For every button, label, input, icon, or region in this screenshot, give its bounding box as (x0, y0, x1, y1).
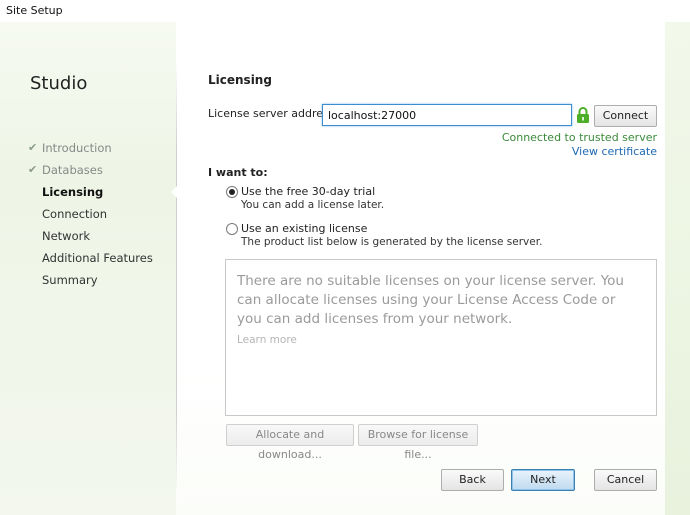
option-label[interactable]: Use an existing license (241, 222, 367, 235)
active-step-pointer (171, 186, 177, 198)
option-label[interactable]: Use the free 30-day trial (241, 185, 375, 198)
radio-button[interactable] (226, 223, 238, 235)
step-label: Summary (42, 273, 98, 287)
step-label: Databases (42, 163, 103, 177)
window-title: Site Setup (6, 4, 63, 17)
back-button[interactable]: Back (441, 469, 504, 491)
next-button[interactable]: Next (511, 469, 575, 491)
decorative-strip (665, 22, 690, 515)
check-icon: ✔ (28, 163, 38, 176)
options-heading: I want to: (208, 166, 268, 179)
step-introduction[interactable]: ✔ Introduction (28, 140, 153, 162)
view-certificate-link[interactable]: View certificate (572, 145, 657, 158)
empty-license-message: There are no suitable licenses on your l… (237, 273, 624, 327)
step-label: Introduction (42, 141, 112, 155)
page-title: Licensing (208, 73, 272, 87)
step-label: Licensing (42, 185, 104, 199)
allocate-download-button[interactable]: Allocate and download... (226, 424, 354, 461)
lock-icon (577, 107, 589, 123)
license-list[interactable]: There are no suitable licenses on your l… (225, 259, 657, 416)
license-server-label: License server address: (208, 107, 339, 120)
step-network: Network (28, 228, 153, 250)
step-licensing[interactable]: Licensing (28, 184, 153, 206)
option-description: The product list below is generated by t… (241, 236, 543, 248)
sidebar-divider (176, 60, 177, 500)
radio-button[interactable] (226, 186, 238, 198)
step-summary: Summary (28, 272, 153, 294)
cancel-button[interactable]: Cancel (594, 469, 657, 491)
connection-status: Connected to trusted server (501, 131, 657, 144)
connect-button[interactable]: Connect (594, 105, 657, 127)
wizard-steps: ✔ Introduction ✔ Databases Licensing Con… (28, 140, 153, 294)
step-connection: Connection (28, 206, 153, 228)
option-description: You can add a license later. (241, 199, 385, 211)
step-label: Network (42, 229, 91, 243)
step-label: Additional Features (42, 251, 153, 265)
title-bar: Site Setup (0, 0, 690, 22)
license-server-input[interactable] (322, 104, 572, 126)
check-icon: ✔ (28, 141, 38, 154)
step-label: Connection (42, 207, 108, 221)
step-databases[interactable]: ✔ Databases (28, 162, 153, 184)
browse-license-file-button[interactable]: Browse for license file... (358, 424, 478, 461)
sidebar-title: Studio (30, 73, 88, 94)
learn-more-link[interactable]: Learn more (237, 334, 297, 346)
step-additional-features: Additional Features (28, 250, 153, 272)
